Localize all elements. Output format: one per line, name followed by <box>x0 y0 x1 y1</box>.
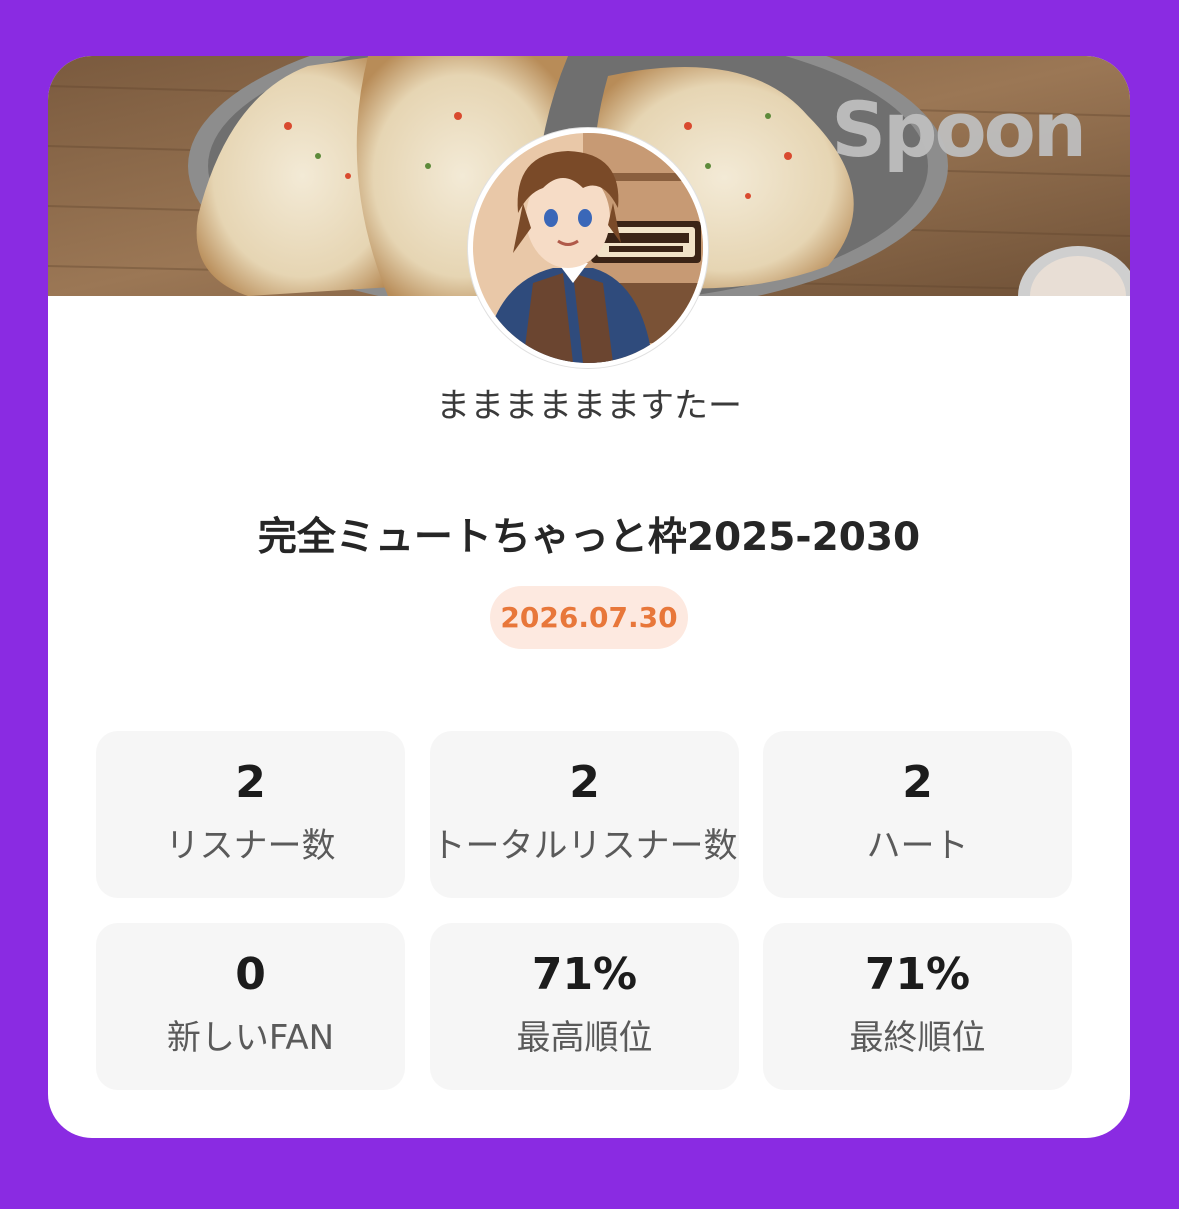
spoon-logo: Spoon <box>831 85 1087 174</box>
stat-total-listeners: 2 トータルリスナー数 <box>430 731 739 898</box>
stat-hearts: 2 ハート <box>763 731 1072 898</box>
avatar[interactable] <box>468 128 708 368</box>
stat-label: リスナー数 <box>165 826 336 866</box>
stat-value: 71% <box>531 949 638 1000</box>
stat-listeners: 2 リスナー数 <box>96 731 405 898</box>
stat-label: トータルリスナー数 <box>431 826 738 866</box>
room-title: 完全ミュートちゃっと枠2025-2030 <box>257 515 921 560</box>
stat-value: 71% <box>864 949 971 1000</box>
live-summary-card: Spoon まままままますたー 完全ミュートちゃっと枠2025-2030 202… <box>48 56 1130 1138</box>
date-badge: 2026.07.30 <box>490 586 688 649</box>
stat-label: ハート <box>866 826 969 866</box>
stat-highest-rank: 71% 最高順位 <box>430 923 739 1090</box>
stat-value: 2 <box>569 757 600 808</box>
stat-value: 2 <box>902 757 933 808</box>
stat-new-fans: 0 新しいFAN <box>96 923 405 1090</box>
stat-final-rank: 71% 最終順位 <box>763 923 1072 1090</box>
stat-value: 2 <box>235 757 266 808</box>
stat-label: 最終順位 <box>849 1018 986 1058</box>
stat-value: 0 <box>235 949 266 1000</box>
stat-label: 最高順位 <box>516 1018 653 1058</box>
stat-label: 新しいFAN <box>166 1018 335 1058</box>
username: まままままますたー <box>436 386 742 426</box>
